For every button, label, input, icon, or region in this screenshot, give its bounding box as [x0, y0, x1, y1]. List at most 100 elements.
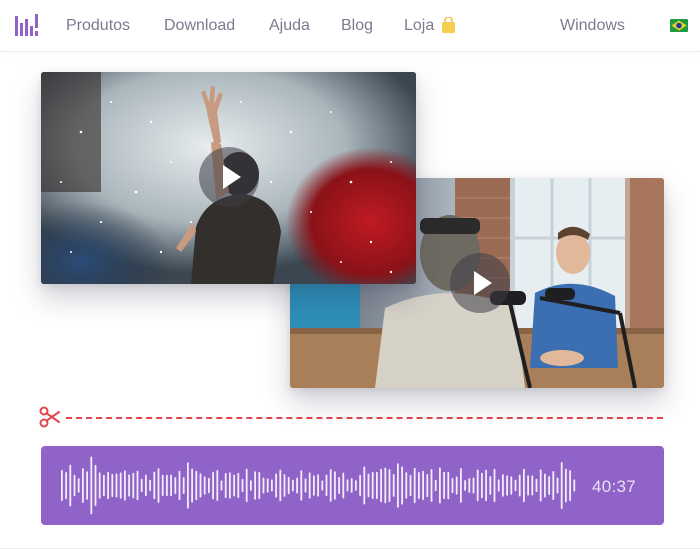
waveform-bar	[292, 479, 294, 492]
nav-produtos-label: Produtos	[66, 17, 131, 34]
nav-download[interactable]: Download	[164, 16, 235, 36]
waveform-bar	[476, 469, 479, 502]
waveform-bar	[434, 479, 437, 492]
waveform-bar	[266, 478, 269, 493]
waveform-bar	[489, 476, 492, 495]
waveform-bar	[191, 468, 193, 503]
waveform-bar	[443, 471, 445, 499]
waveform-bar	[552, 471, 555, 500]
waveform-bar	[195, 470, 198, 501]
waveform-bar	[170, 474, 172, 497]
waveform-bar	[334, 471, 336, 500]
nav-loja[interactable]: Loja	[404, 16, 456, 36]
waveform-bar	[380, 468, 382, 503]
waveform-bar	[279, 469, 282, 502]
nav-ajuda[interactable]: Ajuda	[269, 16, 310, 36]
waveform-bar	[350, 478, 353, 493]
waveform-bar	[149, 479, 151, 492]
waveform-bar	[69, 464, 72, 507]
scissors-icon[interactable]	[38, 405, 62, 429]
waveform-bar	[304, 478, 307, 493]
waveform-bar	[77, 478, 80, 493]
waveform-bar	[413, 467, 416, 504]
waveform-bar	[342, 472, 345, 499]
waveform-bar	[271, 479, 273, 492]
waveform-bar	[229, 472, 231, 499]
nav-loja-label: Loja	[404, 17, 435, 34]
waveform-bar	[544, 473, 546, 498]
waveform-bar	[531, 475, 534, 496]
waveform-bar	[65, 472, 67, 500]
waveform-bar	[111, 473, 114, 498]
waveform-bar	[548, 476, 550, 495]
waveform-bar	[493, 468, 496, 503]
waveform-bar	[556, 477, 559, 494]
waveform-bar	[90, 456, 93, 515]
waveform-bar	[275, 473, 277, 498]
concert-play-button[interactable]	[199, 147, 259, 207]
audio-waveform	[61, 456, 576, 515]
play-icon	[474, 271, 492, 295]
shopping-bag-icon	[442, 17, 456, 33]
platform-selector[interactable]: Windows	[560, 16, 625, 36]
waveform-bar	[367, 473, 370, 498]
waveform-bar	[140, 478, 143, 493]
waveform-bar	[216, 470, 219, 501]
waveform-bar	[468, 478, 471, 493]
waveform-bar	[73, 474, 76, 497]
waveform-bar	[187, 462, 189, 509]
waveform-bar	[153, 471, 156, 500]
waveform-bar	[426, 474, 429, 498]
waveform-bar	[447, 471, 450, 500]
waveform-bar	[321, 480, 324, 491]
brand-bars-icon[interactable]	[15, 14, 39, 36]
nav-produtos[interactable]: Produtos	[66, 16, 130, 36]
audio-track[interactable]: 40:37	[41, 446, 664, 525]
audio-duration: 40:37	[591, 477, 636, 496]
waveform-bar	[464, 480, 466, 491]
waveform-bar	[241, 478, 244, 493]
waveform-bar	[313, 475, 315, 496]
waveform-bar	[329, 469, 332, 502]
waveform-bar	[481, 472, 483, 499]
waveform-bar	[560, 462, 563, 510]
waveform-bar	[82, 468, 84, 503]
waveform-bar	[409, 474, 412, 497]
waveform-bar	[208, 477, 210, 494]
waveform-bar	[523, 468, 525, 503]
page: Produtos Download Ajuda Blog Loja Window…	[0, 0, 700, 549]
waveform-bar	[325, 474, 328, 497]
waveform-bar	[518, 474, 521, 497]
podcast-play-button[interactable]	[450, 253, 510, 313]
waveform-bar	[182, 477, 185, 494]
waveform-bar	[527, 475, 529, 496]
waveform-bar	[510, 476, 513, 495]
waveform-bar	[384, 467, 387, 504]
waveform-bar	[199, 473, 202, 498]
waveform-bar	[287, 476, 290, 495]
waveform-bar	[178, 470, 181, 501]
waveform-bar	[455, 476, 458, 495]
play-icon	[223, 165, 241, 189]
waveform-bar	[283, 474, 286, 497]
waveform-bar	[573, 479, 576, 492]
waveform-bar	[250, 480, 252, 491]
waveform-bar	[430, 469, 433, 502]
waveform-bar	[514, 479, 517, 492]
waveform-bar	[363, 466, 366, 505]
waveform-bar	[296, 477, 298, 494]
waveform-bar	[388, 469, 391, 502]
waveform-bar	[317, 474, 319, 497]
waveform-bar	[308, 472, 311, 499]
waveform-bar	[346, 479, 349, 492]
platform-label: Windows	[560, 17, 625, 34]
nav-blog[interactable]: Blog	[341, 16, 373, 36]
waveform-bar	[371, 471, 374, 499]
nav-download-label: Download	[164, 17, 236, 34]
brazil-flag-icon[interactable]	[670, 19, 688, 32]
waveform-bar	[94, 464, 97, 506]
waveform-bar	[115, 473, 118, 498]
waveform-bar	[220, 480, 223, 491]
waveform-bar	[98, 472, 101, 499]
waveform-bar	[405, 472, 408, 499]
